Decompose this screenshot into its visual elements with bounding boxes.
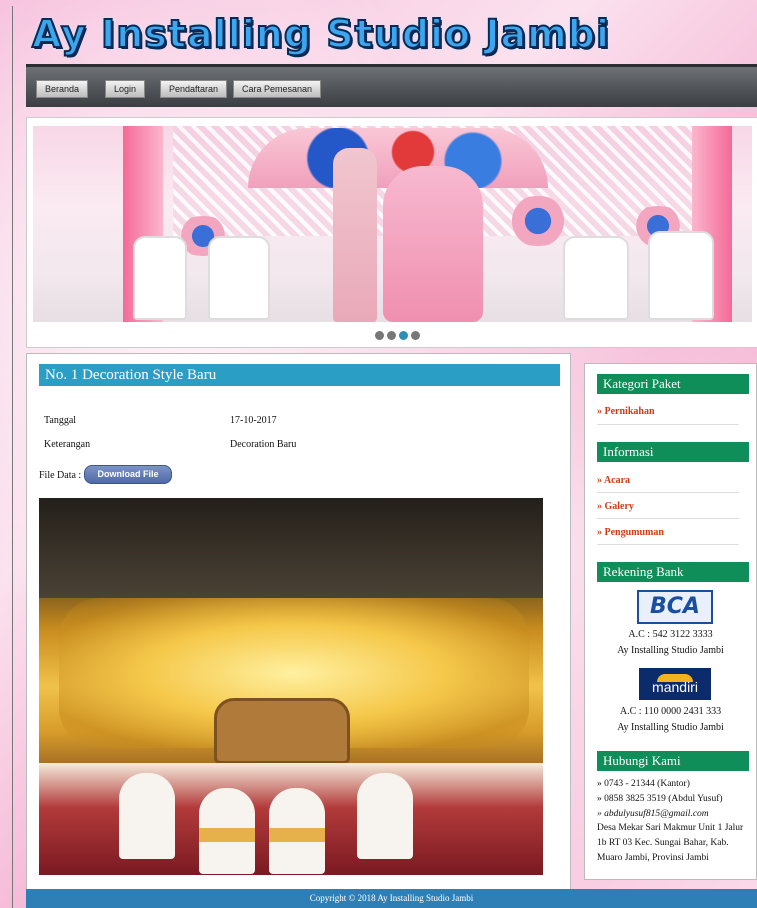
sidebar-link-pernikahan[interactable]: » Pernikahan — [597, 406, 655, 417]
slider-dot-4[interactable] — [411, 331, 420, 340]
nav-login[interactable]: Login — [105, 80, 146, 98]
slider-dot-1[interactable] — [375, 331, 384, 340]
bca-account-number: A.C : 542 3122 3333 — [628, 629, 713, 640]
mandiri-account-number: A.C : 110 0000 2431 333 — [619, 706, 722, 717]
divider — [597, 544, 739, 545]
photo-chair-1 — [119, 773, 175, 859]
photo-sash-2 — [269, 828, 325, 842]
sidebar-link-acara[interactable]: » Acara — [597, 475, 630, 486]
nav-pendaftaran[interactable]: Pendaftaran — [160, 80, 228, 98]
photo-chair-4 — [357, 773, 413, 859]
contact-email[interactable]: » abdulyusuf815@gmail.com — [597, 807, 709, 822]
divider — [597, 518, 739, 519]
file-data-label: File Data : — [39, 470, 82, 481]
decoration-photo — [39, 498, 543, 875]
slider-chair-3 — [563, 236, 629, 320]
contact-phone-mobile: » 0858 3825 3519 (Abdul Yusuf) — [597, 794, 723, 804]
mandiri-logo-icon: mandiri — [639, 668, 711, 700]
slider-dots — [375, 327, 423, 345]
mandiri-wave-icon — [657, 674, 693, 682]
slider-dot-2[interactable] — [387, 331, 396, 340]
sidebar-heading-hubungi: Hubungi Kami — [597, 751, 749, 771]
contact-phone-office: » 0743 - 21344 (Kantor) — [597, 779, 690, 789]
field-label-tanggal: Tanggal — [44, 415, 77, 426]
divider — [597, 492, 739, 493]
download-file-button[interactable]: Download File — [84, 465, 172, 484]
nav-cara-pemesanan[interactable]: Cara Pemesanan — [233, 80, 322, 98]
contact-address: Desa Mekar Sari Makmur Unit 1 Jalur 1b R… — [597, 823, 744, 863]
divider — [597, 424, 739, 425]
slider-bride — [383, 166, 483, 322]
sidebar-link-galery[interactable]: » Galery — [597, 501, 634, 512]
nav-beranda[interactable]: Beranda — [36, 80, 89, 98]
post-title: No. 1 Decoration Style Baru — [39, 364, 560, 386]
flower-right — [503, 196, 573, 246]
field-value-tanggal: 17-10-2017 — [230, 415, 277, 426]
site-header: Ay Installing Studio Jambi — [26, 8, 757, 64]
slider-chair-2 — [208, 236, 270, 320]
photo-ceiling — [39, 498, 543, 598]
field-label-keterangan: Keterangan — [44, 439, 91, 450]
main-nav: Beranda Login Pendaftaran Cara Pemesanan — [26, 64, 757, 107]
slider-chair-4 — [648, 231, 714, 320]
photo-sofa — [214, 698, 350, 764]
slider-dot-3[interactable] — [399, 331, 408, 340]
sidebar-heading-informasi: Informasi — [597, 442, 749, 462]
image-slider — [26, 117, 757, 348]
sidebar-heading-rekening: Rekening Bank — [597, 562, 749, 582]
field-value-keterangan: Decoration Baru — [230, 439, 297, 450]
slider-chair-1 — [133, 236, 187, 320]
bca-account-holder: Ay Installing Studio Jambi — [617, 645, 724, 656]
bca-logo-icon: BCA — [637, 590, 713, 624]
slider-photo-wedding-couple[interactable] — [33, 126, 752, 322]
mandiri-account-holder: Ay Installing Studio Jambi — [617, 722, 724, 733]
sidebar-heading-kategori: Kategori Paket — [597, 374, 749, 394]
footer-copyright: Copyright © 2018 Ay Installing Studio Ja… — [26, 889, 757, 908]
photo-sash-1 — [199, 828, 255, 842]
main-content: No. 1 Decoration Style Baru Tanggal 17-1… — [26, 353, 571, 891]
sidebar: Kategori Paket » Pernikahan Informasi » … — [584, 363, 757, 880]
site-logo-title[interactable]: Ay Installing Studio Jambi — [31, 11, 610, 57]
sidebar-link-pengumuman[interactable]: » Pengumuman — [597, 527, 664, 538]
slider-groom — [333, 148, 377, 322]
